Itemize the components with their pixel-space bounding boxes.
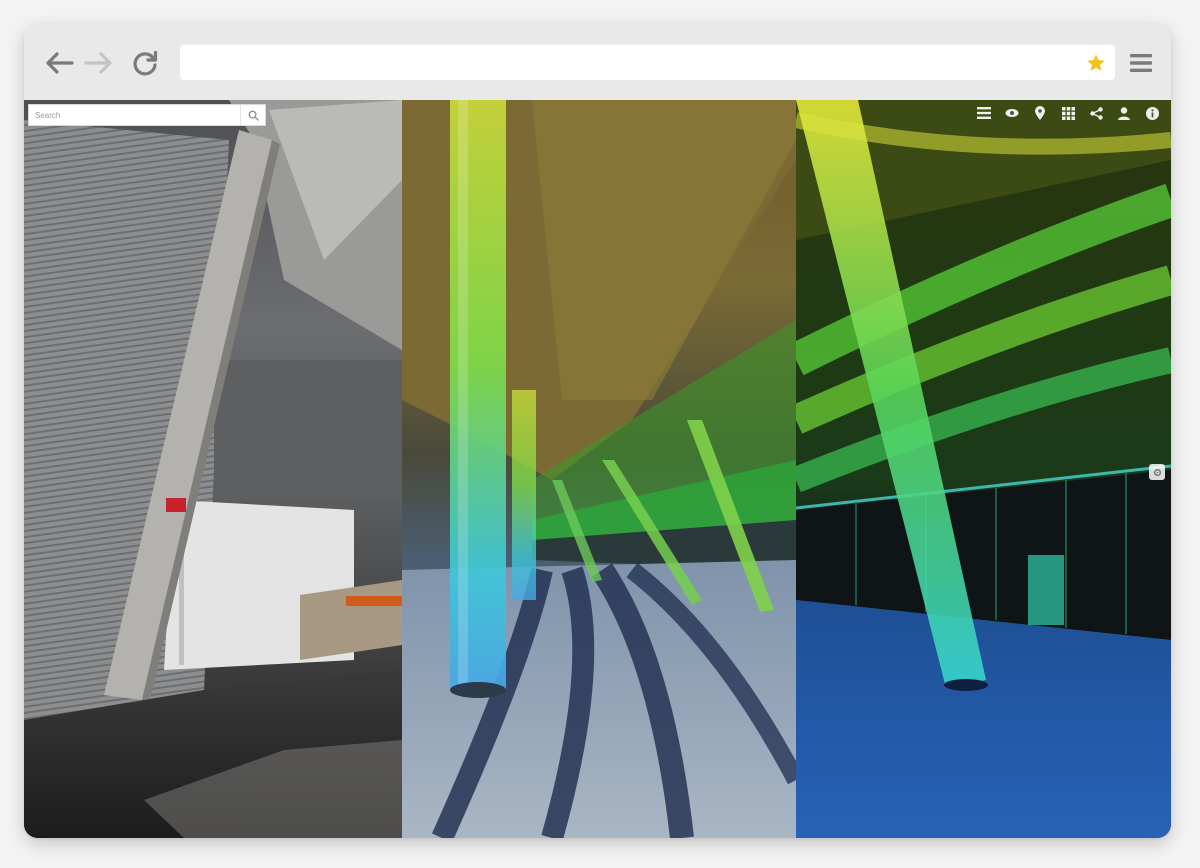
browser-window	[24, 24, 1171, 838]
photo-scene	[24, 100, 402, 838]
arrow-left-icon	[46, 52, 74, 74]
browser-menu-button[interactable]	[1126, 48, 1156, 78]
viewer-search	[28, 104, 266, 126]
hamburger-menu-icon	[1130, 54, 1152, 72]
forward-button[interactable]	[82, 46, 116, 80]
info-button[interactable]	[1143, 104, 1161, 122]
overlay-panel	[402, 100, 796, 838]
viewer-settings-button[interactable]	[1149, 464, 1165, 480]
star-icon	[1087, 54, 1105, 71]
location-pin-icon	[1035, 106, 1045, 120]
info-icon	[1145, 106, 1159, 120]
layers-button[interactable]	[975, 104, 993, 122]
grid-icon	[1061, 106, 1075, 120]
share-icon	[1089, 106, 1103, 120]
arrow-right-icon	[84, 52, 112, 74]
reload-button[interactable]	[128, 46, 162, 80]
eye-icon	[1005, 109, 1019, 117]
view-button[interactable]	[1003, 104, 1021, 122]
gear-icon	[1153, 468, 1161, 476]
browser-toolbar	[24, 24, 1171, 100]
layers-icon	[977, 107, 991, 119]
pointcloud-panel	[796, 100, 1171, 838]
share-button[interactable]	[1087, 104, 1105, 122]
user-button[interactable]	[1115, 104, 1133, 122]
scan-viewer[interactable]	[24, 100, 1171, 838]
address-bar[interactable]	[180, 45, 1115, 80]
back-button[interactable]	[42, 46, 76, 80]
overlay-scene	[402, 100, 796, 838]
pointcloud-scene	[796, 100, 1171, 838]
viewer-search-button[interactable]	[240, 105, 265, 125]
search-icon	[248, 110, 259, 121]
grid-button[interactable]	[1059, 104, 1077, 122]
bookmark-button[interactable]	[1084, 51, 1108, 75]
location-button[interactable]	[1031, 104, 1049, 122]
reload-icon	[133, 50, 158, 76]
viewer-toolbar	[975, 104, 1161, 122]
user-icon	[1118, 106, 1130, 120]
viewer-search-input[interactable]	[29, 105, 240, 125]
photo-panel	[24, 100, 402, 838]
